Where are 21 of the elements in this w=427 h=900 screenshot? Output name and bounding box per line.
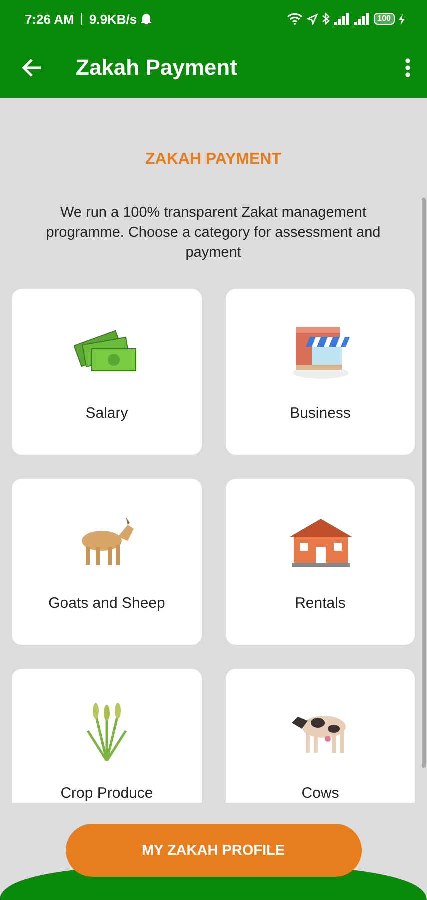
back-button[interactable] — [22, 59, 42, 77]
description: We run a 100% transparent Zakat management programme. Choose a category for assessment and payment — [45, 204, 382, 263]
category-card[interactable]: Rentals — [226, 479, 415, 645]
category-card[interactable]: Business — [226, 289, 415, 455]
location-icon — [306, 14, 318, 24]
category-card[interactable]: Crop Produce — [12, 669, 202, 803]
category-card[interactable]: Goats and Sheep — [12, 479, 202, 645]
status-time: 7:26 AM — [25, 12, 74, 26]
charging-icon — [399, 14, 405, 24]
signal-icon — [354, 13, 370, 25]
battery-level: 100 — [374, 13, 395, 25]
bluetooth-icon — [322, 13, 330, 25]
more-menu-button[interactable] — [405, 58, 411, 78]
signal-icon — [334, 13, 350, 25]
category-card[interactable]: Cows — [226, 669, 415, 803]
wifi-icon — [286, 13, 303, 25]
bell-icon — [141, 13, 152, 25]
category-card[interactable]: Salary — [12, 289, 202, 455]
section-heading: ZAKAH PAYMENT — [145, 151, 282, 169]
app-title: Zakah Payment — [76, 55, 238, 81]
network-speed: 9.9KB/s — [89, 12, 138, 26]
